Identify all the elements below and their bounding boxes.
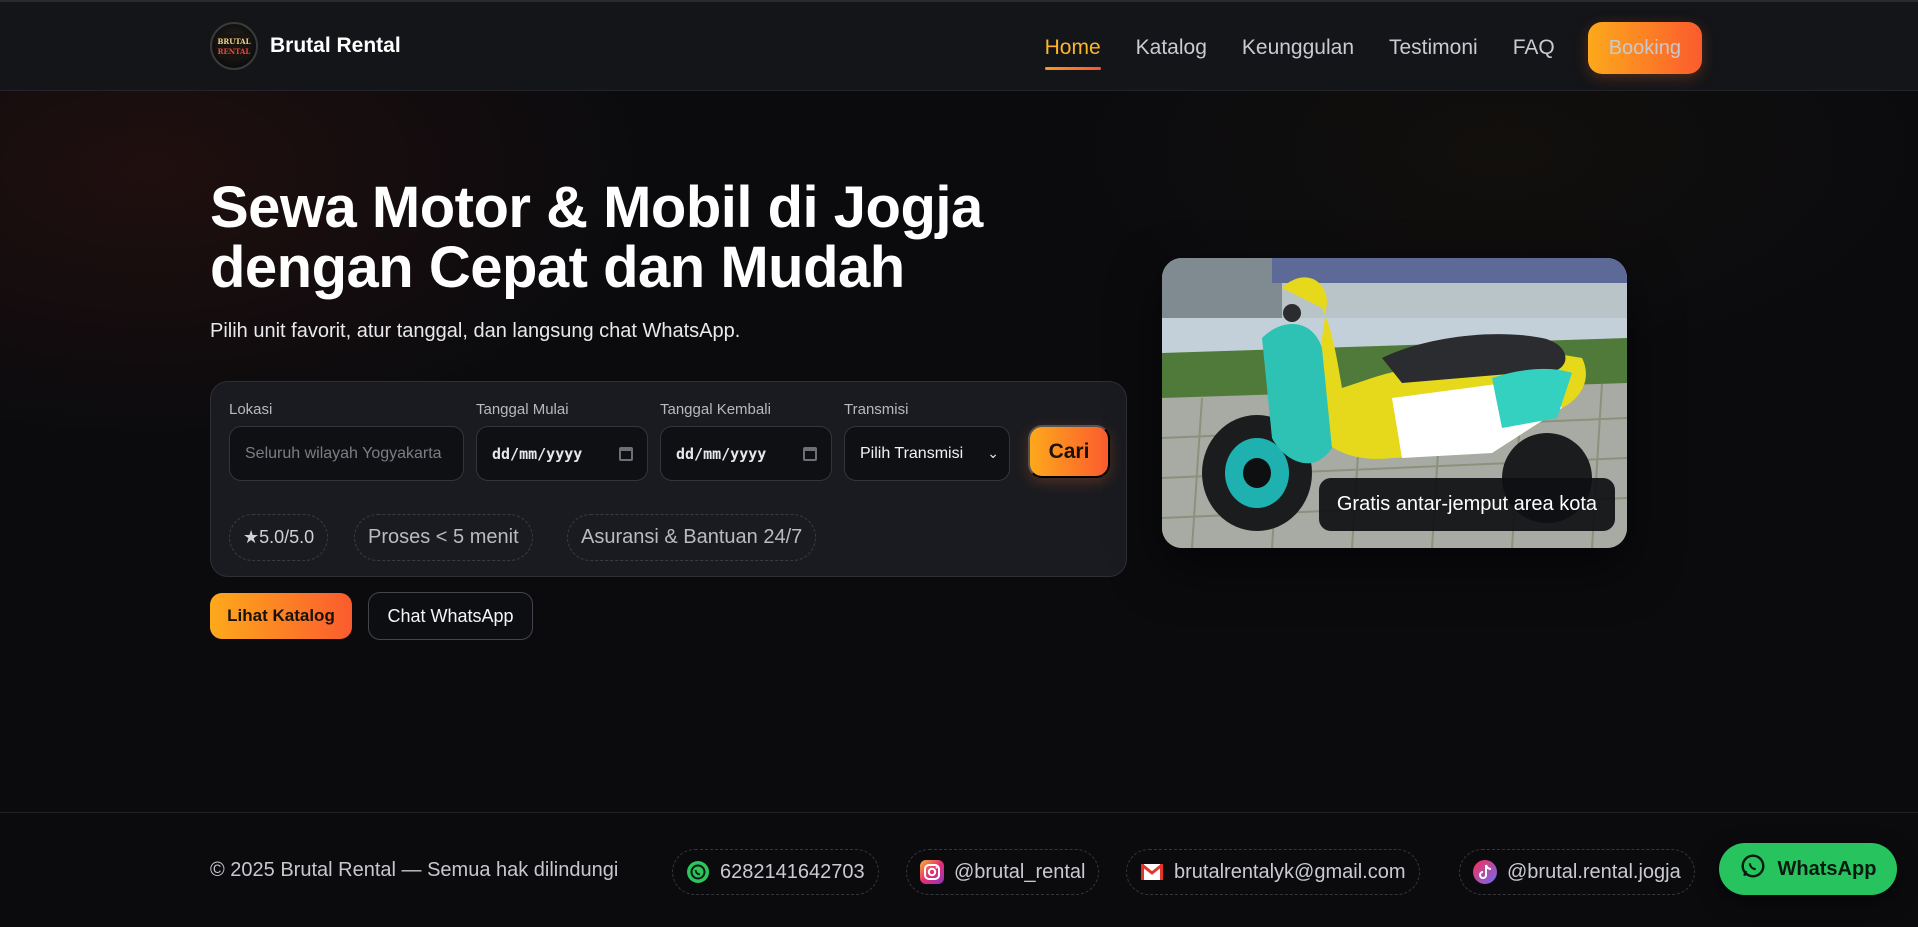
end-date-input[interactable]: dd/mm/yyyy <box>660 426 832 481</box>
contact-email[interactable]: brutalrentalyk@gmail.com <box>1126 849 1420 895</box>
calendar-icon[interactable] <box>619 446 633 461</box>
nav-keunggulan[interactable]: Keunggulan <box>1242 23 1354 73</box>
instagram-icon <box>920 860 944 884</box>
transmission-select[interactable]: Pilih Transmisi ⌄ <box>844 426 1010 481</box>
site-header: BRUTAL RENTAL Brutal Rental Home Katalog… <box>0 0 1918 91</box>
booking-button[interactable]: Booking <box>1587 22 1702 74</box>
location-input[interactable]: Seluruh wilayah Yogyakarta <box>229 426 464 481</box>
hero-title-line-2: dengan Cepat dan Mudah <box>210 235 905 300</box>
search-card: Lokasi Seluruh wilayah Yogyakarta Tangga… <box>210 381 1127 577</box>
process-time-chip: Proses < 5 menit <box>354 514 533 561</box>
view-catalog-button[interactable]: Lihat Katalog <box>210 593 352 639</box>
contact-instagram[interactable]: @brutal_rental <box>906 849 1100 895</box>
transmission-label: Transmisi <box>844 401 909 418</box>
nav-katalog[interactable]: Katalog <box>1136 23 1207 73</box>
hero-title: Sewa Motor & Mobil di Jogja dengan Cepat… <box>210 178 1110 298</box>
hero-title-line-1: Sewa Motor & Mobil di Jogja <box>210 175 983 240</box>
nav-faq[interactable]: FAQ <box>1513 23 1555 73</box>
rating-chip: ★5.0/5.0 <box>229 514 329 561</box>
tiktok-icon <box>1473 860 1497 884</box>
contact-email-text: brutalrentalyk@gmail.com <box>1174 860 1406 883</box>
whatsapp-float-button[interactable]: WhatsApp <box>1719 843 1897 895</box>
contact-tiktok-text: @brutal.rental.jogja <box>1507 860 1681 883</box>
end-date-label: Tanggal Kembali <box>660 401 771 418</box>
start-date-label: Tanggal Mulai <box>476 401 569 418</box>
hero-subtitle: Pilih unit favorit, atur tanggal, dan la… <box>210 320 741 342</box>
site-footer: © 2025 Brutal Rental — Semua hak dilindu… <box>0 812 1918 927</box>
nav-testimoni[interactable]: Testimoni <box>1389 23 1478 73</box>
chat-whatsapp-button[interactable]: Chat WhatsApp <box>368 592 533 640</box>
start-date-value: dd/mm/yyyy <box>492 444 583 463</box>
main-nav: Home Katalog Keunggulan Testimoni FAQ Bo… <box>1010 22 1702 74</box>
copyright-text: © 2025 Brutal Rental — Semua hak dilindu… <box>210 859 619 881</box>
location-label: Lokasi <box>229 401 273 418</box>
gmail-icon <box>1140 860 1164 884</box>
brand[interactable]: BRUTAL RENTAL Brutal Rental <box>210 22 401 70</box>
svg-text:BRUTAL: BRUTAL <box>217 37 250 46</box>
transmission-selected: Pilih Transmisi <box>860 444 964 462</box>
end-date-value: dd/mm/yyyy <box>676 444 767 463</box>
insurance-chip: Asuransi & Bantuan 24/7 <box>567 514 817 561</box>
brand-logo[interactable]: BRUTAL RENTAL <box>210 22 258 70</box>
image-caption: Gratis antar-jemput area kota <box>1318 478 1615 531</box>
start-date-input[interactable]: dd/mm/yyyy <box>476 426 648 481</box>
whatsapp-icon <box>1740 853 1766 885</box>
whatsapp-float-label: WhatsApp <box>1777 857 1877 880</box>
brand-name[interactable]: Brutal Rental <box>270 34 401 58</box>
chevron-down-icon: ⌄ <box>987 445 999 461</box>
contact-instagram-text: @brutal_rental <box>954 860 1086 883</box>
calendar-icon[interactable] <box>803 446 817 461</box>
whatsapp-icon <box>686 860 710 884</box>
nav-home[interactable]: Home <box>1044 23 1101 73</box>
svg-text:RENTAL: RENTAL <box>218 47 251 56</box>
contact-whatsapp-text: 6282141642703 <box>720 860 865 883</box>
hero-image: Gratis antar-jemput area kota <box>1162 258 1627 548</box>
contact-whatsapp[interactable]: 6282141642703 <box>672 849 879 895</box>
search-button[interactable]: Cari <box>1028 425 1110 478</box>
contact-tiktok[interactable]: @brutal.rental.jogja <box>1459 849 1695 895</box>
